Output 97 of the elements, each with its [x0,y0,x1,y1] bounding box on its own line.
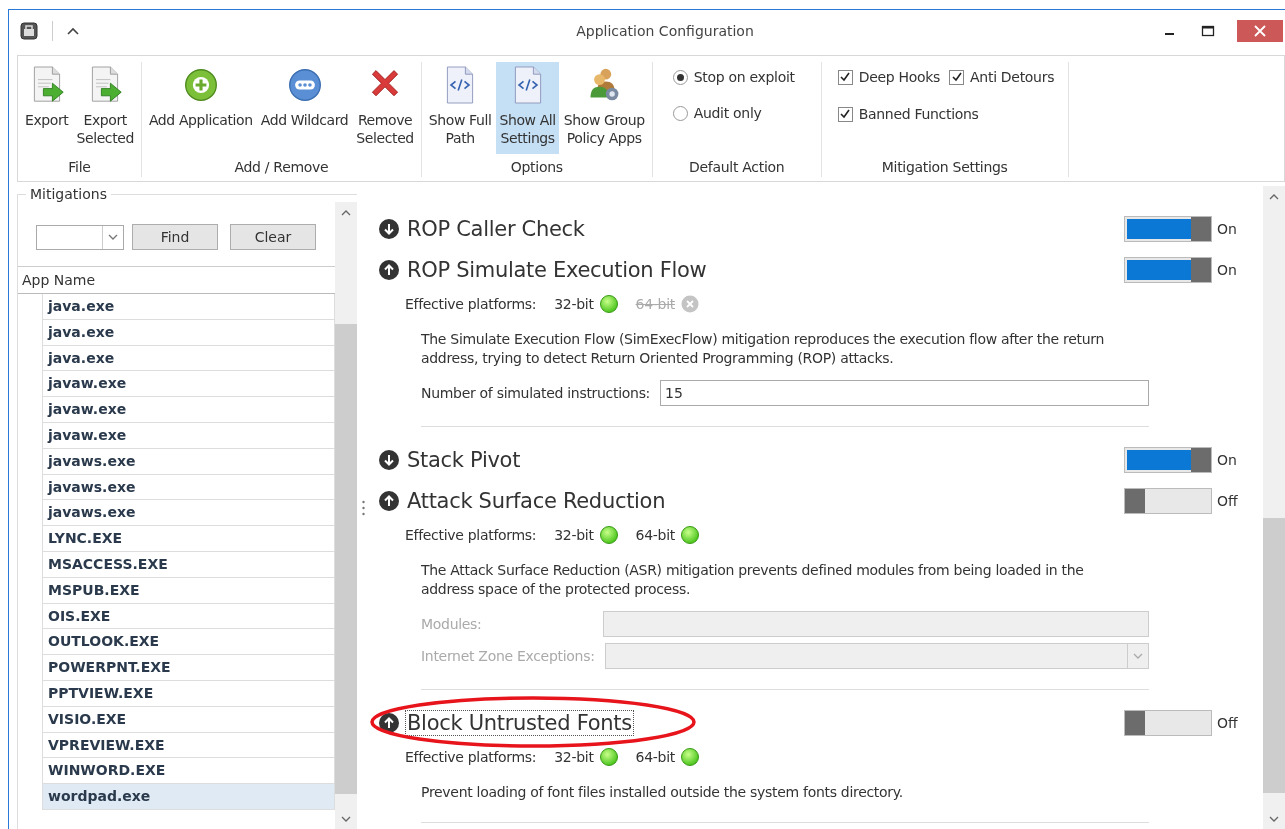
expand-toggle-icon[interactable] [379,449,399,470]
toggle-switch[interactable] [1124,709,1212,736]
toggle-state: On [1216,261,1238,278]
close-icon [1254,25,1266,37]
platforms-label: Effective platforms: [405,296,537,312]
toggle-switch[interactable] [1124,215,1212,242]
platform-label: 64-bit [635,527,675,543]
dropdown-caret-icon [108,234,118,240]
scrollbar[interactable] [335,202,357,829]
app-row[interactable]: java.exe [42,345,335,372]
mitigation-title[interactable]: Block Untrusted Fonts [405,709,634,736]
column-header[interactable]: App Name [18,266,335,294]
app-row[interactable]: VPREVIEW.EXE [42,732,335,759]
splitter-handle-icon[interactable] [361,500,365,516]
toggle-switch[interactable] [1124,446,1212,473]
app-row[interactable]: PPTVIEW.EXE [42,680,335,707]
app-row[interactable]: java.exe [42,319,335,346]
mitigation-description: The Simulate Execution Flow (SimExecFlow) mitigation reproduces the execution flow after the return address, trying to detect Return Oriented Programming (ROP) attacks. [420,330,1106,368]
platform-label: 64-bit [635,749,675,765]
platform-label: 32-bit [554,296,594,312]
platforms-label: Effective platforms: [405,527,537,543]
expand-toggle-icon[interactable] [379,712,399,733]
app-icon[interactable] [20,22,38,40]
ribbon-button[interactable]: Show Group Policy Apps [560,62,648,154]
platform-label: 32-bit [554,527,594,543]
app-row[interactable]: POWERPNT.EXE [42,655,335,681]
app-row[interactable]: MSPUB.EXE [42,577,335,604]
group-label: File [68,159,91,177]
mitigation-description: Prevent loading of font files installed outside the system fonts directory. [420,783,904,802]
checkbox-label: Anti Detours [970,69,1055,85]
field-label: Modules: [421,616,483,632]
app-row[interactable]: javaw.exe [42,397,335,423]
field-label: Number of simulated instructions: [421,385,651,401]
dropdown-caret-icon [1133,653,1143,659]
radio-option[interactable]: Stop on exploit [672,69,803,85]
close-button[interactable] [1237,20,1283,42]
mitigation-title[interactable]: ROP Caller Check [405,215,587,242]
radio-label: Stop on exploit [693,69,795,85]
group-label: Add / Remove [234,159,329,177]
input-field[interactable]: 15 [660,380,1149,406]
mitigation-title[interactable]: Stack Pivot [405,446,523,473]
find-button[interactable]: Find [132,224,218,250]
scroll-up-icon[interactable] [1269,194,1279,200]
scroll-down-icon[interactable] [341,816,351,822]
collapse-ribbon-icon[interactable] [67,27,79,35]
app-row[interactable]: java.exe [42,294,335,320]
app-row[interactable]: OIS.EXE [42,603,335,630]
expand-toggle-icon[interactable] [379,259,399,280]
ribbon-button[interactable]: Show Full Path [425,62,495,154]
platform-label: 32-bit [554,749,594,765]
scrollbar[interactable] [1263,186,1285,829]
toggle-state: Off [1216,492,1239,509]
app-row[interactable]: javaws.exe [42,448,335,475]
radio-option[interactable]: Audit only [672,105,803,121]
toggle-state: On [1216,451,1238,468]
maximize-icon[interactable] [1201,24,1215,38]
app-row[interactable]: LYNC.EXE [42,526,335,552]
window-title: Application Configuration [575,23,755,39]
checkbox[interactable] [837,106,853,122]
checkbox-label: Deep Hooks [858,69,941,85]
app-row[interactable]: MSACCESS.EXE [42,551,335,578]
toggle-state: Off [1216,714,1239,731]
panel-title: Mitigations [29,186,108,202]
ribbon-button[interactable]: Show All Settings [496,62,559,154]
toggle-switch[interactable] [1124,256,1212,283]
mitigation-title[interactable]: ROP Simulate Execution Flow [405,256,709,283]
app-row[interactable]: javaws.exe [42,500,335,527]
checkbox[interactable] [837,69,853,85]
group-label: Options [510,159,563,177]
group-label: Default Action [689,159,785,177]
scroll-down-icon[interactable] [1269,816,1279,822]
ribbon-button[interactable]: Add Wildcard [257,62,352,154]
mitigation-title[interactable]: Attack Surface Reduction [405,487,668,514]
ribbon-button[interactable]: Export [22,62,72,154]
mitigation-description: The Attack Surface Reduction (ASR) mitigation prevents defined modules from being loaded in the address space of the protected process. [420,561,1085,599]
ribbon-button[interactable]: Add Application [145,62,256,154]
toggle-switch[interactable] [1124,487,1212,514]
group-label: Mitigation Settings [881,159,1008,177]
platform-label: 64-bit [635,296,675,312]
ribbon-button[interactable]: Remove Selected [353,62,417,154]
app-row[interactable]: javaw.exe [42,371,335,398]
checkbox[interactable] [949,69,965,85]
toggle-state: On [1216,220,1238,237]
checkbox-label: Banned Functions [858,106,979,122]
ribbon-button[interactable]: Export Selected [73,62,137,154]
expand-toggle-icon[interactable] [379,218,399,239]
field-label: Internet Zone Exceptions: [421,648,595,664]
radio-label: Audit only [693,105,762,121]
app-row[interactable]: javaws.exe [42,474,335,501]
app-row[interactable]: wordpad.exe [42,784,335,810]
app-row[interactable]: javaw.exe [42,423,335,449]
app-row[interactable]: OUTLOOK.EXE [42,629,335,656]
clear-button[interactable]: Clear [230,224,316,250]
platforms-label: Effective platforms: [405,749,537,765]
expand-toggle-icon[interactable] [379,490,399,511]
scroll-up-icon[interactable] [341,210,351,216]
app-row[interactable]: VISIO.EXE [42,706,335,733]
